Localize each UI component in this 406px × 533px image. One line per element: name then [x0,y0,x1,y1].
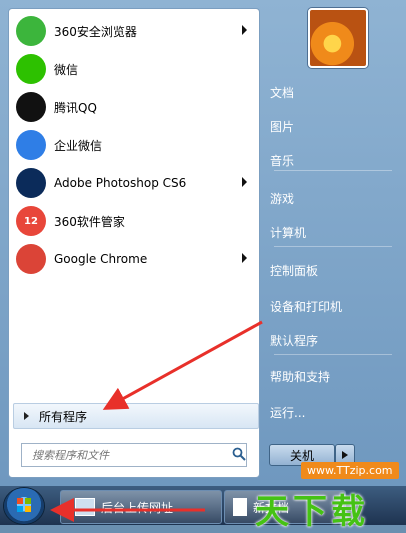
watermark: www.TTzip.com 天下载 [243,448,406,532]
program-label: 360软件管家 [54,214,125,229]
start-button[interactable] [4,488,44,524]
expand-triangle-icon [24,412,29,420]
system-link[interactable]: 运行... [270,396,398,428]
360-software-manager-icon: 12 [16,206,46,236]
wechat-icon [16,54,46,84]
divider [274,170,392,171]
submenu-arrow-icon[interactable] [242,25,247,35]
photoshop-icon [16,168,46,198]
system-link[interactable]: 默认程序 [270,324,398,356]
programs-panel: 360安全浏览器 微信腾讯QQ 企业微信 Adobe Photoshop CS6 12 3… [8,8,260,478]
start-menu: 360安全浏览器 微信腾讯QQ 企业微信 Adobe Photoshop CS6 12 3… [0,0,406,486]
badge: 12 [24,215,38,227]
program-label: 微信 [54,62,79,77]
window-icon [75,498,95,516]
program-item[interactable]: 微信 [13,51,255,87]
system-link[interactable]: 游戏 [270,182,398,214]
all-programs-label: 所有程序 [39,409,88,424]
submenu-arrow-icon[interactable] [242,253,247,263]
program-item[interactable]: 腾讯QQ [13,89,255,125]
user-avatar[interactable] [308,8,368,68]
360-browser-icon [16,16,46,46]
system-link[interactable]: 设备和打印机 [270,290,398,322]
system-link[interactable]: 文档 [270,76,398,108]
watermark-url: www.TTzip.com [301,462,399,479]
program-label: Adobe Photoshop CS6 [54,176,187,190]
divider [274,246,392,247]
program-item[interactable]: 12 360软件管家 [13,203,255,239]
program-label: 企业微信 [54,138,103,153]
all-programs-button[interactable]: 所有程序 [13,403,259,429]
watermark-brand: 天下载 [255,492,369,532]
search-input[interactable] [30,447,228,463]
system-link[interactable]: 控制面板 [270,254,398,286]
system-link[interactable]: 音乐 [270,144,398,176]
program-item[interactable]: 企业微信 [13,127,255,163]
divider [274,354,392,355]
program-item[interactable]: 360安全浏览器 [13,13,255,49]
program-item[interactable]: Adobe Photoshop CS6 [13,165,255,201]
submenu-arrow-icon[interactable] [242,177,247,187]
program-label: 腾讯QQ [54,100,97,115]
windows-logo-icon [17,498,31,512]
system-link[interactable]: 图片 [270,110,398,142]
program-item[interactable]: Google Chrome [13,241,255,277]
program-label: Google Chrome [54,252,148,266]
search-box[interactable] [21,443,247,467]
program-label: 360安全浏览器 [54,24,137,39]
chrome-icon [16,244,46,274]
taskbar-item-label: 后台上传网址 [101,500,174,515]
system-link[interactable]: 帮助和支持 [270,360,398,392]
system-link[interactable]: 计算机 [270,216,398,248]
wecom-icon [16,130,46,160]
qq-penguin-icon [16,92,46,122]
taskbar-item-upload[interactable]: 后台上传网址 [60,490,222,524]
